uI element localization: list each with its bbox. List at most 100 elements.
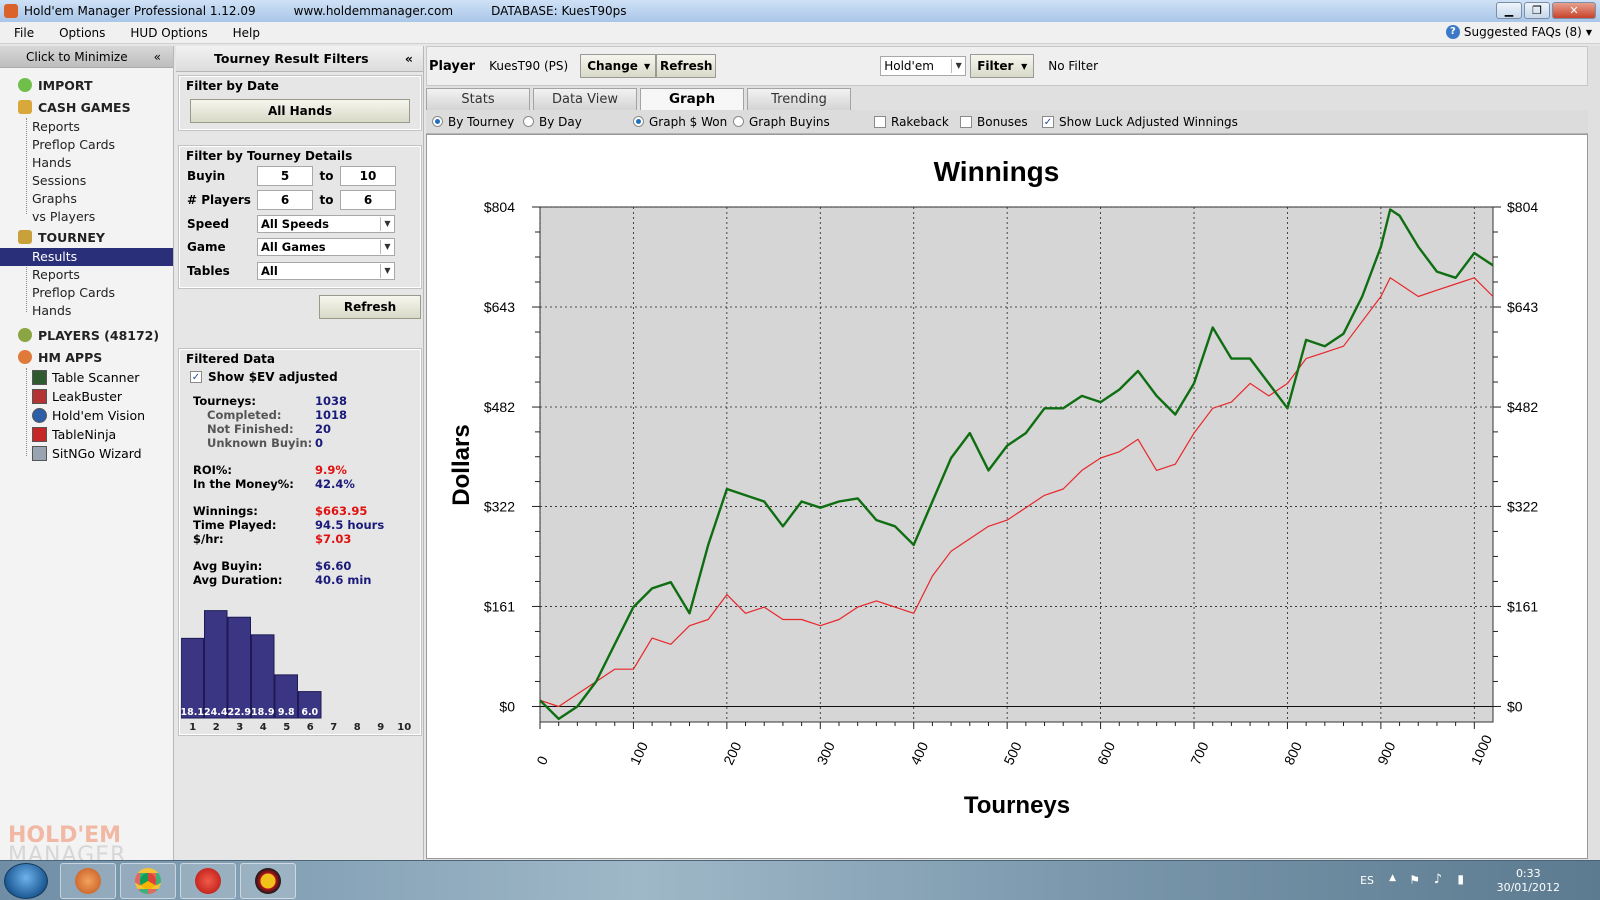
- filter-panel-header: Tourney Result Filters «: [176, 46, 423, 72]
- buyin-from-input[interactable]: 5: [257, 166, 313, 186]
- app-label: SitNGo Wizard: [52, 446, 142, 461]
- taskbar-chrome[interactable]: [120, 863, 176, 899]
- menu-help[interactable]: Help: [219, 26, 271, 40]
- stat-itm: 42.4%: [315, 477, 355, 491]
- nav-tourney-preflop-cards[interactable]: Preflop Cards: [0, 284, 173, 302]
- change-player-button[interactable]: Change ▼: [580, 54, 657, 78]
- maximize-window-button[interactable]: ❐: [1524, 2, 1550, 19]
- x-tick-label: 400: [907, 739, 931, 767]
- collapse-panel-icon[interactable]: «: [405, 51, 413, 66]
- game-select[interactable]: All Games ▼: [257, 238, 395, 256]
- rakeback-label: Rakeback: [891, 114, 949, 129]
- nav-tourney-reports[interactable]: Reports: [0, 266, 173, 284]
- tab-trending[interactable]: Trending: [747, 88, 851, 110]
- stat-label: Not Finished:: [207, 422, 294, 436]
- stat-label: Time Played:: [193, 518, 277, 532]
- players-to-input[interactable]: 6: [340, 190, 396, 210]
- menu-hud-options[interactable]: HUD Options: [116, 26, 218, 40]
- x-tick-label: 800: [1281, 739, 1305, 767]
- nav-cash-preflop-cards[interactable]: Preflop Cards: [0, 136, 173, 154]
- graph-options-bar: By Tourney By Day Graph $ Won Graph Buyi…: [426, 110, 1588, 134]
- show-sev-checkbox[interactable]: ✓: [190, 371, 202, 383]
- minimize-window-button[interactable]: ▁: [1496, 2, 1522, 19]
- tab-stats[interactable]: Stats: [426, 88, 530, 110]
- nav-hm-apps[interactable]: HM APPS: [0, 346, 173, 368]
- tab-data-view[interactable]: Data View: [533, 88, 637, 110]
- y-tick-label: $161: [484, 598, 515, 614]
- show-sev-label: Show $EV adjusted: [208, 370, 338, 384]
- histogram-position-label: 4: [260, 722, 267, 731]
- taskbar-pokerstars[interactable]: [180, 863, 236, 899]
- nav-cash-vs-players[interactable]: vs Players: [0, 208, 173, 226]
- radio-selected-icon: [432, 116, 443, 127]
- x-tick-label: 0: [533, 753, 551, 767]
- buyin-to-input[interactable]: 10: [340, 166, 396, 186]
- filters-refresh-button[interactable]: Refresh: [319, 295, 421, 319]
- x-tick-label: 100: [627, 739, 651, 767]
- volume-icon[interactable]: ♪: [1434, 872, 1442, 887]
- player-name: KuesT90 (PS): [489, 59, 569, 73]
- filter-label: Filter: [977, 59, 1014, 73]
- y-tick-label-right: $322: [1507, 498, 1538, 514]
- x-tick-label: 200: [720, 739, 744, 767]
- stat-hourly: $7.03: [315, 532, 352, 546]
- x-axis-label: Tourneys: [964, 792, 1070, 819]
- minimize-sidebar-button[interactable]: Click to Minimize «: [0, 46, 173, 68]
- y-axis-label: Dollars: [448, 424, 475, 505]
- x-tick-label: 900: [1374, 739, 1398, 767]
- checkbox-icon: [960, 115, 972, 128]
- bonuses-checkbox[interactable]: Bonuses: [960, 115, 1028, 129]
- import-icon: [18, 78, 32, 92]
- nav-import[interactable]: IMPORT: [0, 74, 173, 96]
- nav-cash-graphs[interactable]: Graphs: [0, 190, 173, 208]
- sidebar-nav: Click to Minimize « IMPORT CASH GAMES Re…: [0, 46, 174, 867]
- language-indicator[interactable]: ES: [1360, 874, 1374, 887]
- taskbar-dollar-app[interactable]: [240, 863, 296, 899]
- taskbar-clock[interactable]: 0:33 30/01/2012: [1497, 867, 1560, 895]
- by-tourney-radio[interactable]: By Tourney: [432, 115, 514, 129]
- menu-file[interactable]: File: [0, 26, 45, 40]
- graph-won-radio[interactable]: Graph $ Won: [633, 115, 727, 129]
- checkbox-checked-icon: ✓: [1042, 115, 1054, 128]
- tray-expand-icon[interactable]: ▲: [1389, 873, 1396, 883]
- nav-players[interactable]: PLAYERS (48172): [0, 324, 173, 346]
- nav-tourney-hands[interactable]: Hands: [0, 302, 173, 320]
- speed-select[interactable]: All Speeds ▼: [257, 215, 395, 233]
- players-from-input[interactable]: 6: [257, 190, 313, 210]
- nav-cash-games[interactable]: CASH GAMES: [0, 96, 173, 118]
- by-day-radio[interactable]: By Day: [523, 115, 582, 129]
- stat-label: Completed:: [207, 408, 282, 422]
- stat-not-finished: 20: [315, 422, 332, 436]
- tab-graph[interactable]: Graph: [640, 88, 744, 110]
- y-tick-label: $643: [484, 299, 515, 315]
- player-refresh-button[interactable]: Refresh: [656, 54, 717, 78]
- all-hands-button[interactable]: All Hands: [190, 99, 410, 123]
- nav-cash-sessions[interactable]: Sessions: [0, 172, 173, 190]
- close-window-button[interactable]: ✕: [1552, 2, 1596, 19]
- apps-flower-icon: [18, 350, 32, 364]
- view-tabs: Stats Data View Graph Trending: [426, 88, 1588, 110]
- winnings-chart: Winnings Tourneys Dollars $0 $0 $161 $161 $322 $…: [448, 156, 1538, 819]
- radio-icon: [733, 116, 744, 127]
- nav-tourney-results[interactable]: Results: [0, 248, 173, 266]
- luck-adjusted-checkbox[interactable]: ✓ Show Luck Adjusted Winnings: [1042, 115, 1238, 129]
- coins-icon: [18, 100, 32, 114]
- tables-label: Tables: [187, 264, 230, 278]
- nav-cash-reports[interactable]: Reports: [0, 118, 173, 136]
- chevron-down-icon: ▼: [1021, 61, 1028, 71]
- rakeback-checkbox[interactable]: Rakeback: [874, 115, 949, 129]
- game-type-select[interactable]: Hold'em ▼: [880, 56, 967, 76]
- nav-tourney[interactable]: TOURNEY: [0, 226, 173, 248]
- filter-button[interactable]: Filter ▼: [970, 54, 1035, 78]
- tables-select[interactable]: All ▼: [257, 262, 395, 280]
- taskbar-holdem-manager[interactable]: [60, 863, 116, 899]
- start-button[interactable]: [4, 863, 48, 899]
- filter-by-tourney-details-box: Filter by Tourney Details Buyin 5 to 10 …: [178, 145, 422, 289]
- flag-icon[interactable]: ⚑: [1409, 873, 1420, 887]
- histogram-position-label: 10: [397, 722, 411, 731]
- graph-buyins-radio[interactable]: Graph Buyins: [733, 115, 830, 129]
- suggested-faqs[interactable]: ? Suggested FAQs (8) ▼: [1445, 25, 1592, 39]
- nav-cash-hands[interactable]: Hands: [0, 154, 173, 172]
- network-icon[interactable]: ▮: [1457, 872, 1464, 886]
- menu-options[interactable]: Options: [45, 26, 116, 40]
